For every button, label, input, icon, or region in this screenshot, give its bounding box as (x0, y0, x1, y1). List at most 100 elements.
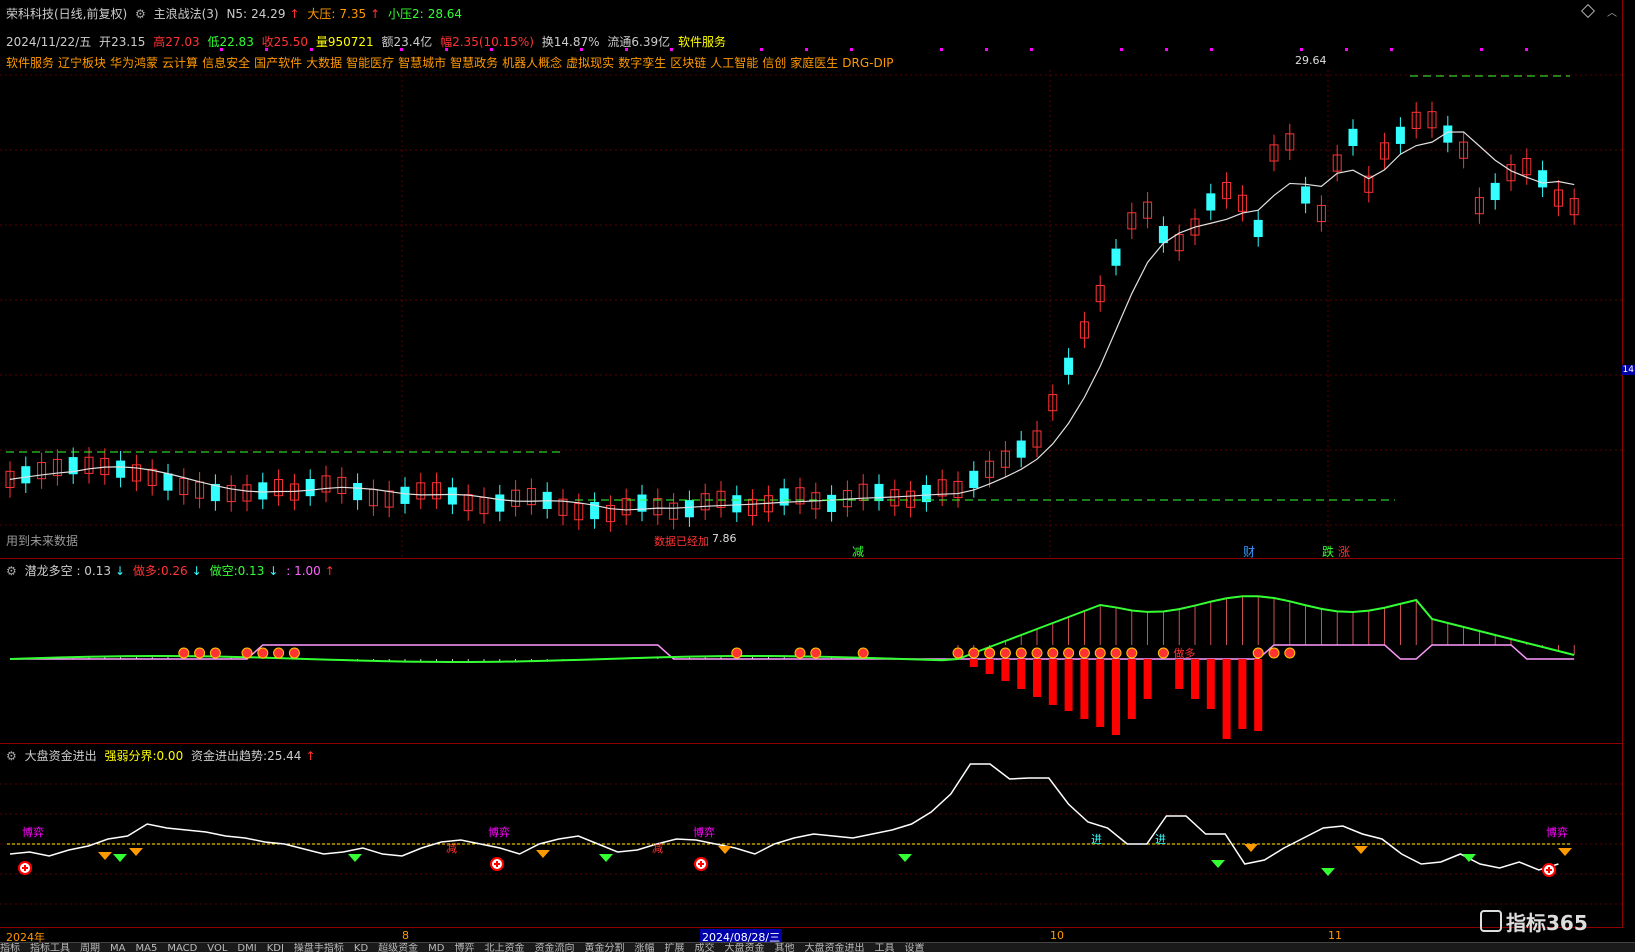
candle-body (258, 482, 268, 500)
high-marker: 29.64 (1295, 54, 1327, 67)
candle-body (305, 479, 315, 497)
ind1-red-bar (969, 659, 978, 667)
candlestick-chart[interactable]: 29.64 7.86数据已经加 (0, 0, 1623, 558)
qr-label: 强弱分界: (104, 749, 157, 763)
ind1-red-bar (1080, 659, 1089, 719)
signal-dot (1165, 48, 1168, 51)
concept-tag[interactable]: 大数据 (306, 56, 342, 70)
candle-body (1395, 126, 1405, 144)
candle-body (1064, 357, 1074, 375)
qianlong-panel[interactable]: 做多 ⚙ 潜龙多空 : 0.13 ↓ 做多:0.26 ↓ 做空:0.13 ↓ : 1.… (0, 559, 1623, 744)
concept-tag[interactable]: 智慧城市 (398, 56, 446, 70)
pink-tag: 博弈 (693, 825, 715, 839)
gear-icon[interactable]: ⚙ (6, 749, 17, 763)
ind1-marker (1252, 647, 1264, 659)
concept-tag[interactable]: 国产软件 (254, 56, 302, 70)
ind1-red-bar (1206, 659, 1215, 709)
pink-tag: 博弈 (22, 825, 44, 839)
ind1-marker (288, 647, 300, 659)
ind1-marker (810, 647, 822, 659)
chg-label: 幅 (440, 35, 453, 49)
up-arrow-icon: ↑ (289, 7, 300, 21)
concept-tag[interactable]: 云计算 (162, 56, 198, 70)
date-axis[interactable]: 2024年 8 2024/08/28/三 10 11 (0, 927, 1623, 945)
ind1-red-bar (1017, 659, 1026, 689)
concept-tag[interactable]: 智慧政务 (450, 56, 498, 70)
ind1-marker (273, 647, 285, 659)
price-scale[interactable]: 14 (1621, 0, 1635, 927)
date-tick: 11 (1328, 929, 1342, 942)
stock-name[interactable]: 荣科科技(日线,前复权) (6, 7, 127, 21)
chevron-up-icon[interactable]: ︿ (1607, 4, 1617, 19)
concept-tag[interactable]: DRG-DIP (842, 56, 893, 70)
diamond-icon (1244, 844, 1258, 852)
ind1-red-bar (1175, 659, 1184, 689)
qr-value: 0.00 (156, 749, 184, 763)
zj-label: 资金进出趋势: (191, 749, 268, 763)
high-label: 高 (153, 35, 166, 49)
xya-label: 小压2: (388, 7, 424, 21)
ind1-marker (857, 647, 869, 659)
concept-tag[interactable]: 人工智能 (710, 56, 758, 70)
vol-value: 950721 (327, 35, 374, 49)
indicator-name[interactable]: 主浪战法(3) (154, 7, 219, 21)
concept-tags: 软件服务 辽宁板块 华为鸿蒙 云计算 信息安全 国产软件 大数据 智能医疗 智慧城市 智慧政务 机器… (6, 54, 898, 71)
ind1-marker (194, 647, 206, 659)
ind1-marker (1110, 647, 1122, 659)
up-arrow-icon: ↑ (370, 7, 381, 21)
dya-label: 大压: (307, 7, 336, 21)
qianlong-chart[interactable]: 做多 (0, 559, 1623, 743)
ind1-marker (1031, 647, 1043, 659)
candle-body (21, 466, 31, 484)
ind1-marker (1047, 647, 1059, 659)
main-chart-panel[interactable]: 29.64 7.86 数据已经加 荣科科技(日线,前复权) ⚙ 主浪战法(3) N5… (0, 0, 1623, 559)
gear-icon[interactable]: ⚙ (135, 7, 146, 21)
diamond-icon (718, 846, 732, 854)
close-value: 25.50 (273, 35, 309, 49)
ind1-marker (1126, 647, 1138, 659)
concept-tag[interactable]: 辽宁板块 (58, 56, 106, 70)
mark-jian: 减 (852, 545, 865, 559)
concept-tag[interactable]: 虚拟现实 (566, 56, 614, 70)
signal-dot (1300, 48, 1303, 51)
down-arrow-icon: ↓ (191, 564, 202, 578)
concept-tag[interactable]: 区块链 (670, 56, 706, 70)
zd-value: 0.26 (160, 564, 188, 578)
ind1-red-bar (1096, 659, 1105, 727)
diamond-icon (113, 854, 127, 862)
concept-tag[interactable]: 软件服务 (6, 56, 54, 70)
diamond-icon (129, 848, 143, 856)
sector[interactable]: 软件服务 (678, 35, 726, 49)
amt-value: 23.4亿 (393, 35, 433, 49)
diamond-icon (898, 854, 912, 862)
ma-line (9, 131, 1575, 511)
concept-tag[interactable]: 机器人概念 (502, 56, 562, 70)
sell-tag: 减 (652, 842, 663, 855)
gear-icon[interactable]: ⚙ (6, 564, 17, 578)
signal-dot (760, 48, 763, 51)
high-value: 27.03 (165, 35, 200, 49)
ind1-marker (1284, 647, 1296, 659)
concept-tag[interactable]: 华为鸿蒙 (110, 56, 158, 70)
diamond-icon (1211, 860, 1225, 868)
concept-tag[interactable]: 数字孪生 (618, 56, 666, 70)
dapan-panel[interactable]: 博弈 博弈 博弈 博弈进 进减 减 ⚙ 大盘资金进出 强弱分界:0.00 资金进出趋势:2… (0, 744, 1623, 928)
signal-dot (1480, 48, 1483, 51)
concept-tag[interactable]: 家庭医生 (790, 56, 838, 70)
candle-body (447, 487, 457, 505)
dapan-chart[interactable]: 博弈 博弈 博弈 博弈进 进减 减 (0, 744, 1623, 927)
concept-tag[interactable]: 信创 (762, 56, 786, 70)
concept-tag[interactable]: 信息安全 (202, 56, 250, 70)
date-tick: 10 (1050, 929, 1064, 942)
ind1-marker (1063, 647, 1075, 659)
dya-value: 7.35 (339, 7, 367, 21)
ind2-name[interactable]: 大盘资金进出 (25, 749, 97, 763)
chg-value: 2.35(10.15%) (452, 35, 534, 49)
amt-label: 额 (381, 35, 394, 49)
ind1-marker (1015, 647, 1027, 659)
ind1-name[interactable]: 潜龙多空 (25, 564, 73, 578)
signal-dot (1030, 48, 1033, 51)
candle-body (163, 473, 173, 491)
pink-tag: 博弈 (1546, 825, 1568, 839)
concept-tag[interactable]: 智能医疗 (346, 56, 394, 70)
